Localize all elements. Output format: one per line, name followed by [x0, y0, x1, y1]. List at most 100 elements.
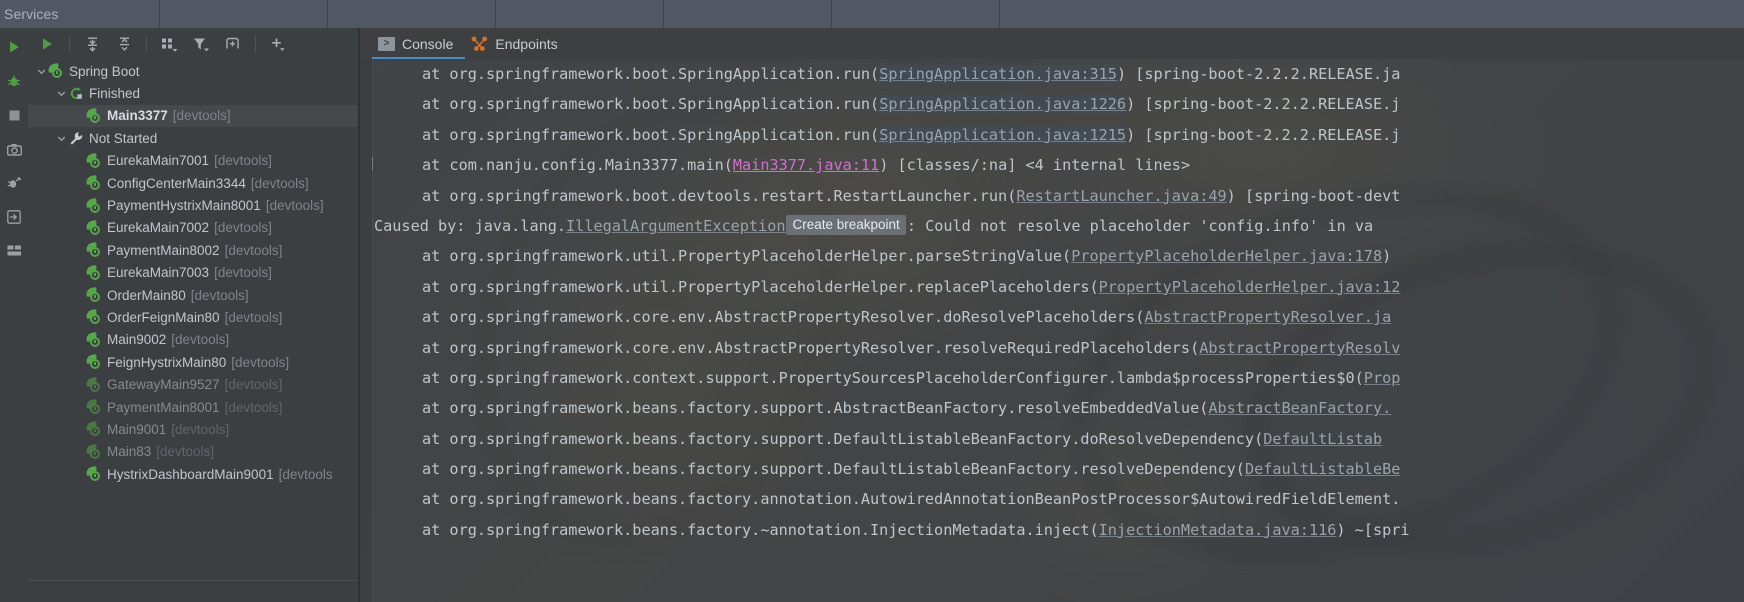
tree-item-paymentmain8002[interactable]: PaymentMain8002 [devtools]: [28, 239, 360, 261]
tree-node-spring-boot[interactable]: Spring Boot: [28, 60, 360, 82]
tab-console[interactable]: > Console: [372, 28, 466, 59]
console-line[interactable]: at org.springframework.beans.factory.~an…: [372, 515, 1744, 545]
tree-group-finished[interactable]: Finished: [28, 82, 360, 104]
layout-icon[interactable]: [5, 242, 23, 260]
console-line[interactable]: at org.springframework.boot.devtools.res…: [372, 181, 1744, 211]
run-service-button[interactable]: [34, 32, 60, 56]
console-stacktrace-link[interactable]: AbstractBeanFactory.: [1208, 399, 1391, 417]
console-line[interactable]: at org.springframework.boot.SpringApplic…: [372, 59, 1744, 89]
console-line[interactable]: at org.springframework.beans.factory.sup…: [372, 454, 1744, 484]
console-stacktrace-link[interactable]: Main3377.java:11: [733, 156, 879, 174]
console-stacktrace-link[interactable]: InjectionMetadata.java:116: [1099, 521, 1337, 539]
camera-icon[interactable]: [5, 140, 23, 158]
tab-endpoints[interactable]: Endpoints: [465, 28, 569, 59]
console-line[interactable]: at org.springframework.beans.factory.ann…: [372, 484, 1744, 514]
tree-item-label: GatewayMain9527: [107, 377, 220, 393]
tree-item-main9002[interactable]: Main9002 [devtools]: [28, 329, 360, 351]
tree-item-main3377[interactable]: Main3377 [devtools]: [28, 104, 360, 128]
window-tab-4[interactable]: [496, 0, 664, 28]
console-line[interactable]: at org.springframework.boot.SpringApplic…: [372, 89, 1744, 119]
expand-all-button[interactable]: [79, 32, 105, 56]
spring-boot-icon: [85, 354, 102, 370]
run-icon[interactable]: [5, 38, 23, 56]
spring-boot-icon: [85, 309, 102, 325]
tree-item-label: PaymentMain8001: [107, 399, 220, 415]
add-tab-button[interactable]: [220, 32, 246, 56]
console-stacktrace-link[interactable]: SpringApplication.java:315: [879, 65, 1117, 83]
window-tab-6[interactable]: [832, 0, 1000, 28]
console-line[interactable]: at org.springframework.core.env.Abstract…: [372, 333, 1744, 363]
console-line[interactable]: at org.springframework.boot.SpringApplic…: [372, 120, 1744, 150]
console-segment: at com.nanju.config.Main3377.main(: [422, 156, 733, 175]
add-service-button[interactable]: [265, 32, 291, 56]
tree-item-eurekamain7002[interactable]: EurekaMain7002 [devtools]: [28, 217, 360, 239]
chevron-down-icon[interactable]: [54, 131, 68, 145]
tree-item-paymenthystrixmain8001[interactable]: PaymentHystrixMain8001 [devtools]: [28, 194, 360, 216]
console-line[interactable]: at org.springframework.util.PropertyPlac…: [372, 272, 1744, 302]
filter-button[interactable]: [188, 32, 214, 56]
console-line[interactable]: at org.springframework.core.env.Abstract…: [372, 302, 1744, 332]
chevron-down-icon[interactable]: [54, 87, 68, 101]
console-segment: at org.springframework.core.env.Abstract…: [422, 338, 1200, 357]
tree-item-eurekamain7001[interactable]: EurekaMain7001 [devtools]: [28, 150, 360, 172]
console-stacktrace-link[interactable]: Prop: [1364, 369, 1401, 387]
tree-item-ordermain80[interactable]: OrderMain80 [devtools]: [28, 284, 360, 306]
debug-icon[interactable]: [5, 72, 23, 90]
tree-item-tag: [devtools]: [224, 242, 283, 258]
console-stacktrace-link[interactable]: AbstractPropertyResolver.ja: [1144, 308, 1391, 326]
console-stacktrace-link[interactable]: RestartLauncher.java:49: [1016, 187, 1226, 205]
console-stacktrace-link[interactable]: PropertyPlaceholderHelper.java:178: [1071, 247, 1382, 265]
tab-console-label: Console: [402, 35, 454, 52]
tree-item-feignhystrixmain80[interactable]: FeignHystrixMain80 [devtools]: [28, 351, 360, 373]
console-line[interactable]: at org.springframework.beans.factory.sup…: [372, 424, 1744, 454]
console-line[interactable]: at org.springframework.context.support.P…: [372, 363, 1744, 393]
tree-item-main83[interactable]: Main83 [devtools]: [28, 441, 360, 463]
window-tab-5[interactable]: [664, 0, 832, 28]
window-tab-2[interactable]: [160, 0, 328, 28]
spring-boot-icon: [85, 107, 102, 124]
group-by-button[interactable]: [156, 32, 182, 56]
console-stacktrace-link[interactable]: AbstractPropertyResolv: [1199, 339, 1400, 357]
tree-item-label: OrderFeignMain80: [107, 309, 220, 325]
tree-node-spring-boot-label: Spring Boot: [69, 63, 140, 79]
stop-icon[interactable]: [5, 106, 23, 124]
thread-dump-icon[interactable]: [5, 174, 23, 192]
console-segment: at org.springframework.beans.factory.sup…: [422, 429, 1264, 448]
console-output[interactable]: at org.springframework.boot.SpringApplic…: [372, 59, 1744, 602]
console-stacktrace-link[interactable]: SpringApplication.java:1226: [879, 95, 1127, 114]
fold-expand-icon[interactable]: +: [372, 157, 373, 171]
window-tab-services[interactable]: Services: [0, 0, 160, 28]
create-breakpoint-tooltip[interactable]: Create breakpoint: [786, 214, 906, 235]
tree-item-orderfeignmain80[interactable]: OrderFeignMain80 [devtools]: [28, 306, 360, 328]
exception-link[interactable]: IllegalArgumentException: [566, 217, 785, 235]
tree-item-configcentermain3344[interactable]: ConfigCenterMain3344 [devtools]: [28, 172, 360, 194]
console-line[interactable]: + at com.nanju.config.Main3377.main(Main3…: [372, 150, 1744, 180]
finished-icon: [68, 86, 84, 102]
tree-item-label: ConfigCenterMain3344: [107, 175, 246, 191]
console-stacktrace-link[interactable]: DefaultListableBe: [1245, 460, 1400, 478]
console-segment: at org.springframework.util.PropertyPlac…: [422, 247, 1072, 266]
chevron-down-icon[interactable]: [34, 64, 48, 78]
console-stacktrace-link[interactable]: DefaultListab: [1263, 430, 1382, 448]
tree-item-hystrixdashboardmain9001[interactable]: HystrixDashboardMain9001 [devtools: [28, 463, 360, 485]
console-line-caused-by[interactable]: Caused by: java.lang.IllegalArgumentExce…: [372, 211, 1744, 241]
tree-item-eurekamain7003[interactable]: EurekaMain7003 [devtools]: [28, 262, 360, 284]
console-line[interactable]: at org.springframework.beans.factory.sup…: [372, 393, 1744, 423]
tree-item-paymentmain8001[interactable]: PaymentMain8001 [devtools]: [28, 396, 360, 418]
window-tab-3[interactable]: [328, 0, 496, 28]
tree-item-gatewaymain9527[interactable]: GatewayMain9527 [devtools]: [28, 373, 360, 395]
tree-item-label: PaymentHystrixMain8001: [107, 198, 261, 214]
export-icon[interactable]: [5, 208, 23, 226]
console-line[interactable]: at org.springframework.util.PropertyPlac…: [372, 241, 1744, 271]
collapse-all-button[interactable]: [111, 32, 137, 56]
services-tree[interactable]: Spring Boot Finished Main3377 [devtools]: [28, 60, 360, 580]
console-segment: at org.springframework.boot.SpringApplic…: [422, 125, 880, 144]
tree-item-main9001[interactable]: Main9001 [devtools]: [28, 418, 360, 440]
tree-item-tag: [devtools]: [214, 220, 272, 236]
tree-item-label: OrderMain80: [107, 287, 186, 303]
console-segment: at org.springframework.beans.factory.ann…: [422, 490, 1401, 509]
console-stacktrace-link[interactable]: SpringApplication.java:1215: [879, 125, 1127, 144]
console-segment: ) [classes/:na] <4 internal lines>: [879, 156, 1191, 175]
tree-group-not-started[interactable]: Not Started: [28, 127, 360, 149]
console-stacktrace-link[interactable]: PropertyPlaceholderHelper.java:12: [1099, 278, 1401, 296]
